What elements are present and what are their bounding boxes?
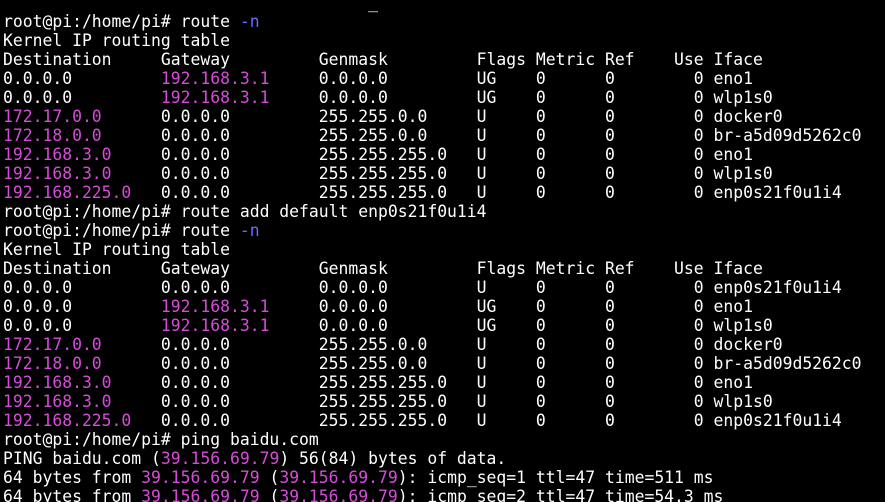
- terminal-text-segment: -n: [239, 221, 260, 240]
- terminal-line: 0.0.0.0 192.168.3.1 0.0.0.0 UG 0 0 0 eno…: [3, 69, 885, 88]
- terminal-text-segment: 0.0.0.0 255.255.255.0 U 0 0 0 wlp1s0: [111, 164, 773, 183]
- terminal-text-segment: PING baidu.com (: [3, 449, 161, 468]
- terminal-line: 192.168.3.0 0.0.0.0 255.255.255.0 U 0 0 …: [3, 145, 885, 164]
- terminal-output: _ root@pi:/home/pi# route -n Kernel IP rou…: [3, 0, 885, 502]
- terminal-text-segment: 0.0.0.0 255.255.255.0 U 0 0 0 wlp1s0: [111, 392, 773, 411]
- terminal-text-segment: 0.0.0.0 UG 0 0 0 eno1: [269, 69, 753, 88]
- terminal-line: 192.168.225.0 0.0.0.0 255.255.255.0 U 0 …: [3, 183, 885, 202]
- terminal-text-segment: 192.168.3.1: [160, 69, 270, 88]
- terminal-text-segment: root@pi:/home/pi# ping baidu.com: [3, 430, 319, 449]
- terminal-text-segment: 0.0.0.0 UG 0 0 0 wlp1s0: [269, 88, 773, 107]
- terminal-line: 172.17.0.0 0.0.0.0 255.255.0.0 U 0 0 0 d…: [3, 107, 885, 126]
- terminal-text-segment: 172.17.0.0: [3, 335, 102, 354]
- terminal-line: root@pi:/home/pi# route -n: [3, 221, 885, 240]
- terminal-text-segment: 192.168.3.0: [3, 164, 112, 183]
- terminal-text-segment: 0.0.0.0 255.255.0.0 U 0 0 0 docker0: [101, 107, 783, 126]
- terminal-line: root@pi:/home/pi# ping baidu.com: [3, 430, 885, 449]
- terminal-text-segment: 192.168.3.1: [160, 297, 270, 316]
- terminal-text-segment: 0.0.0.0 255.255.255.0 U 0 0 0 enp0s21f0u…: [131, 183, 842, 202]
- terminal-window[interactable]: _ root@pi:/home/pi# route -n Kernel IP rou…: [0, 0, 885, 502]
- terminal-text-segment: 39.156.69.79: [279, 468, 398, 487]
- terminal-line: 0.0.0.0 192.168.3.1 0.0.0.0 UG 0 0 0 eno…: [3, 297, 885, 316]
- terminal-line: 192.168.3.0 0.0.0.0 255.255.255.0 U 0 0 …: [3, 373, 885, 392]
- terminal-text-segment: root@pi:/home/pi# route: [3, 221, 240, 240]
- terminal-text-segment: 0.0.0.0 255.255.255.0 U 0 0 0 eno1: [111, 145, 753, 164]
- terminal-text-segment: _: [3, 0, 378, 12]
- terminal-line: _: [3, 0, 885, 12]
- terminal-text-segment: 0.0.0.0 255.255.255.0 U 0 0 0 eno1: [111, 373, 753, 392]
- terminal-text-segment: 39.156.69.79: [141, 468, 260, 487]
- terminal-text-segment: 0.0.0.0: [3, 316, 161, 335]
- terminal-text-segment: 0.0.0.0: [3, 88, 161, 107]
- terminal-text-segment: (: [259, 487, 280, 502]
- terminal-line: 0.0.0.0 192.168.3.1 0.0.0.0 UG 0 0 0 wlp…: [3, 316, 885, 335]
- terminal-line: 192.168.3.0 0.0.0.0 255.255.255.0 U 0 0 …: [3, 392, 885, 411]
- terminal-line: 0.0.0.0 192.168.3.1 0.0.0.0 UG 0 0 0 wlp…: [3, 88, 885, 107]
- terminal-text-segment: Kernel IP routing table: [3, 240, 230, 259]
- terminal-text-segment: 192.168.3.0: [3, 145, 112, 164]
- terminal-text-segment: 0.0.0.0 UG 0 0 0 eno1: [269, 297, 753, 316]
- terminal-text-segment: 0.0.0.0 255.255.255.0 U 0 0 0 enp0s21f0u…: [131, 411, 842, 430]
- terminal-text-segment: 0.0.0.0 255.255.0.0 U 0 0 0 br-a5d09d526…: [101, 354, 862, 373]
- terminal-line: 172.18.0.0 0.0.0.0 255.255.0.0 U 0 0 0 b…: [3, 354, 885, 373]
- terminal-text-segment: ) 56(84) bytes of data.: [279, 449, 507, 468]
- terminal-text-segment: ): icmp_seq=2 ttl=47 time=54.3 ms: [397, 487, 724, 502]
- terminal-line: 172.18.0.0 0.0.0.0 255.255.0.0 U 0 0 0 b…: [3, 126, 885, 145]
- terminal-line: PING baidu.com (39.156.69.79) 56(84) byt…: [3, 449, 885, 468]
- terminal-text-segment: 39.156.69.79: [279, 487, 398, 502]
- terminal-text-segment: 0.0.0.0 255.255.0.0 U 0 0 0 docker0: [101, 335, 783, 354]
- terminal-text-segment: root@pi:/home/pi# route: [3, 12, 240, 31]
- terminal-text-segment: 172.18.0.0: [3, 354, 102, 373]
- terminal-line: root@pi:/home/pi# route -n: [3, 12, 885, 31]
- terminal-text-segment: -n: [239, 12, 260, 31]
- terminal-text-segment: 192.168.3.1: [160, 88, 270, 107]
- terminal-text-segment: 0.0.0.0 UG 0 0 0 wlp1s0: [269, 316, 773, 335]
- terminal-text-segment: 0.0.0.0: [3, 69, 161, 88]
- terminal-text-segment: 39.156.69.79: [141, 487, 260, 502]
- terminal-text-segment: 172.18.0.0: [3, 126, 102, 145]
- terminal-text-segment: 0.0.0.0: [3, 297, 161, 316]
- terminal-text-segment: 39.156.69.79: [160, 449, 280, 468]
- terminal-text-segment: ): icmp_seq=1 ttl=47 time=511 ms: [397, 468, 714, 487]
- terminal-text-segment: 192.168.225.0: [3, 183, 132, 202]
- terminal-text-segment: (: [259, 468, 280, 487]
- terminal-line: Destination Gateway Genmask Flags Metric…: [3, 50, 885, 69]
- terminal-line: Kernel IP routing table: [3, 31, 885, 50]
- terminal-text-segment: 192.168.3.0: [3, 392, 112, 411]
- terminal-line: root@pi:/home/pi# route add default enp0…: [3, 202, 885, 221]
- terminal-text-segment: Destination Gateway Genmask Flags Metric…: [3, 259, 763, 278]
- terminal-line: 192.168.3.0 0.0.0.0 255.255.255.0 U 0 0 …: [3, 164, 885, 183]
- terminal-text-segment: 172.17.0.0: [3, 107, 102, 126]
- terminal-text-segment: Kernel IP routing table: [3, 31, 230, 50]
- terminal-line: 172.17.0.0 0.0.0.0 255.255.0.0 U 0 0 0 d…: [3, 335, 885, 354]
- terminal-line: Destination Gateway Genmask Flags Metric…: [3, 259, 885, 278]
- terminal-text-segment: Destination Gateway Genmask Flags Metric…: [3, 50, 763, 69]
- terminal-line: 0.0.0.0 0.0.0.0 0.0.0.0 U 0 0 0 enp0s21f…: [3, 278, 885, 297]
- terminal-text-segment: 0.0.0.0 0.0.0.0 0.0.0.0 U 0 0 0 enp0s21f…: [3, 278, 842, 297]
- terminal-text-segment: 64 bytes from: [3, 468, 142, 487]
- terminal-text-segment: 192.168.3.1: [160, 316, 270, 335]
- terminal-text-segment: 0.0.0.0 255.255.0.0 U 0 0 0 br-a5d09d526…: [101, 126, 862, 145]
- terminal-text-segment: 64 bytes from: [3, 487, 142, 502]
- terminal-line: 64 bytes from 39.156.69.79 (39.156.69.79…: [3, 487, 885, 502]
- terminal-line: 64 bytes from 39.156.69.79 (39.156.69.79…: [3, 468, 885, 487]
- terminal-text-segment: 192.168.225.0: [3, 411, 132, 430]
- terminal-text-segment: 192.168.3.0: [3, 373, 112, 392]
- terminal-line: 192.168.225.0 0.0.0.0 255.255.255.0 U 0 …: [3, 411, 885, 430]
- terminal-line: Kernel IP routing table: [3, 240, 885, 259]
- terminal-text-segment: root@pi:/home/pi# route add default enp0…: [3, 202, 487, 221]
